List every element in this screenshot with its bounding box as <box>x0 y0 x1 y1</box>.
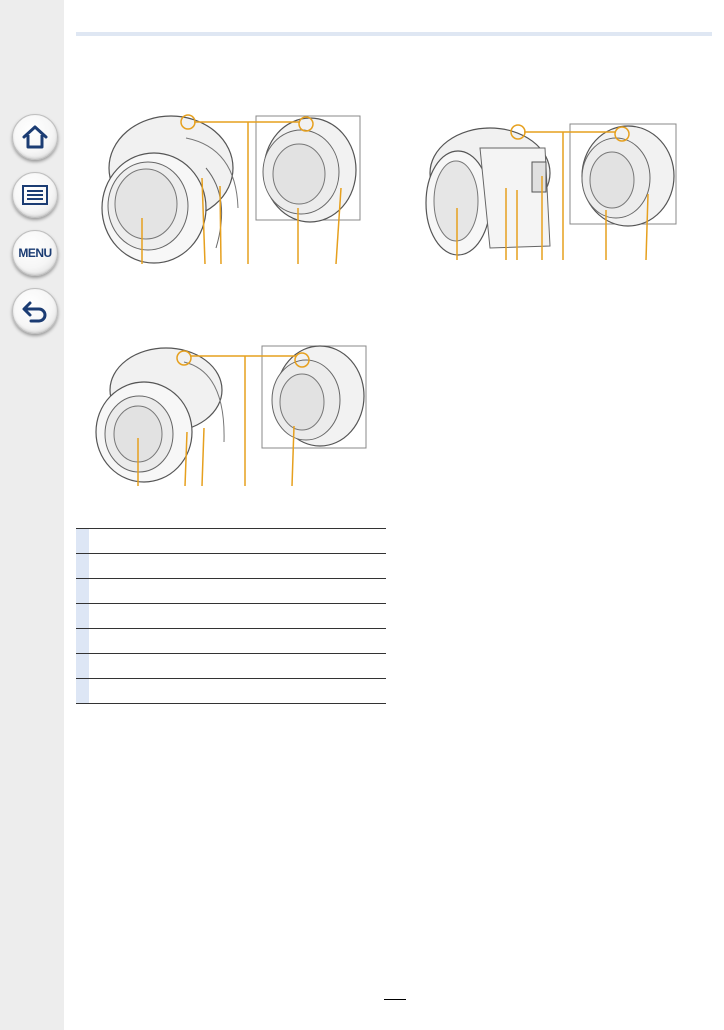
lens-front-illustration <box>101 115 239 264</box>
row-number-cell <box>76 554 89 578</box>
table-row <box>76 629 386 654</box>
lens-mount-illustration <box>255 115 361 223</box>
table-row <box>76 529 386 554</box>
lens-diagram-1 <box>101 114 361 265</box>
sidebar: MENU <box>0 0 64 1030</box>
row-number-cell <box>76 654 89 678</box>
list-icon <box>22 185 48 205</box>
row-number-cell <box>76 529 89 553</box>
parts-table <box>76 528 386 704</box>
table-row <box>76 654 386 679</box>
table-row <box>76 604 386 629</box>
home-icon <box>21 124 49 150</box>
menu-icon: MENU <box>18 246 52 260</box>
back-icon <box>21 299 49 323</box>
lens-mount-illustration <box>569 123 677 227</box>
back-button[interactable] <box>12 288 58 334</box>
lens-front-illustration <box>95 347 225 483</box>
table-row <box>76 679 386 704</box>
row-number-cell <box>76 579 89 603</box>
lens-mount-illustration <box>261 345 367 449</box>
lens-diagram-3 <box>95 345 367 487</box>
table-row <box>76 579 386 604</box>
page-number <box>384 997 406 1000</box>
header-rule <box>76 32 712 36</box>
menu-button[interactable]: MENU <box>12 230 58 276</box>
lens-diagram-2 <box>425 123 677 261</box>
row-number-cell <box>76 679 89 703</box>
table-row <box>76 554 386 579</box>
lens-front-illustration <box>425 127 551 256</box>
row-number-cell <box>76 629 89 653</box>
contents-list-button[interactable] <box>12 172 58 218</box>
row-number-cell <box>76 604 89 628</box>
home-button[interactable] <box>12 114 58 160</box>
